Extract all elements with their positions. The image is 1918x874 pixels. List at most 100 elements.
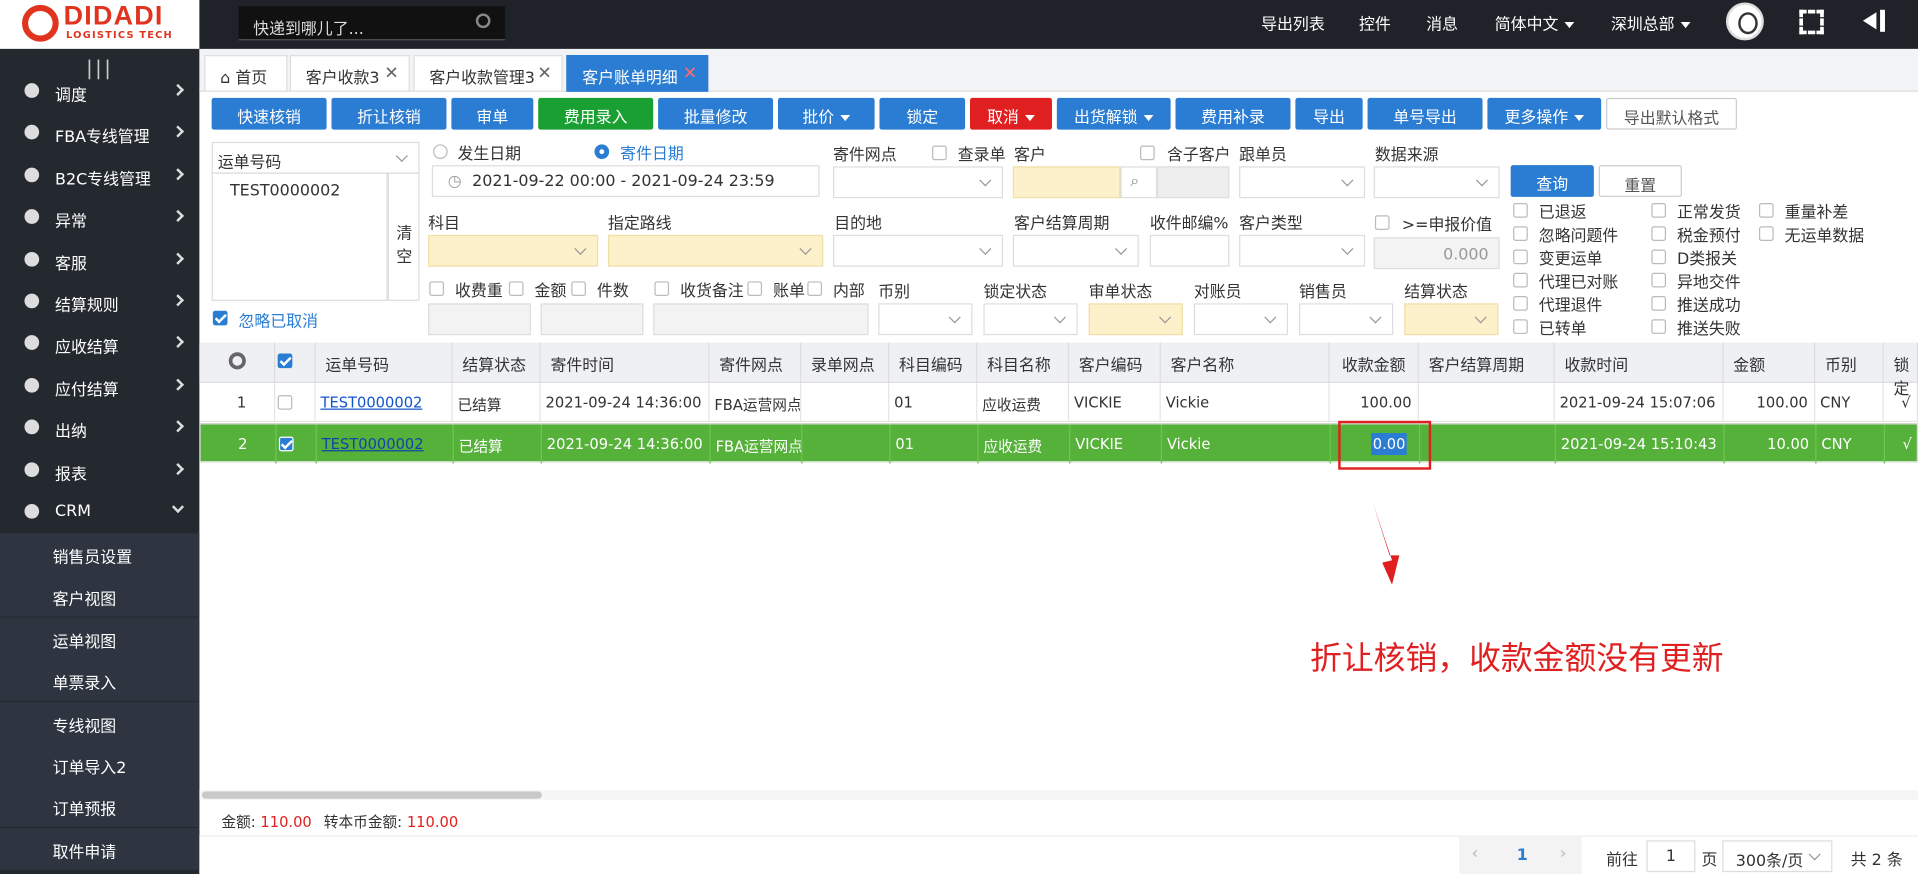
declared-checkbox[interactable] [1374, 215, 1390, 230]
sidebar-subitem[interactable]: 订单预报 [0, 785, 200, 828]
select-all-checkbox[interactable] [277, 353, 293, 369]
reconciler-select[interactable] [1193, 303, 1289, 336]
sidebar-subitem[interactable]: 客户视图 [0, 575, 200, 617]
language-select[interactable]: 简体中文 [1495, 11, 1575, 34]
sidebar-item-b2c[interactable]: B2C专线管理 [0, 155, 199, 197]
page-size-select[interactable]: 300条/页 [1722, 840, 1833, 873]
audit-status-select[interactable] [1088, 303, 1183, 336]
pieces-checkbox[interactable] [571, 281, 586, 297]
column-header[interactable]: 结算状态 [453, 342, 541, 383]
tab-home[interactable]: ⌂ 首页 [204, 55, 288, 92]
sidebar-item-service[interactable]: 客服 [0, 239, 199, 281]
status-checkbox[interactable] [1758, 226, 1774, 241]
current-page[interactable]: 1 [1517, 846, 1528, 864]
more-actions-button[interactable]: 更多操作 [1487, 97, 1602, 130]
cell-waybill[interactable]: TEST0000002 [316, 382, 453, 423]
prev-page-icon[interactable]: ‹ [1472, 844, 1479, 864]
sidebar-item-crm[interactable]: CRM [0, 492, 199, 534]
column-header[interactable]: 科目名称 [977, 342, 1070, 383]
sidebar-subitem[interactable]: 运单视图 [0, 617, 200, 660]
discount-verify-button[interactable]: 折让核销 [331, 97, 447, 130]
sidebar-subitem[interactable]: 取件申请 [0, 827, 200, 870]
sidebar-subitem[interactable]: 订单导入2 [0, 743, 200, 786]
batch-edit-button[interactable]: 批量修改 [658, 97, 774, 130]
sidebar-item-exception[interactable]: 异常 [0, 197, 199, 239]
follower-select[interactable] [1239, 166, 1366, 199]
status-checkbox[interactable] [1513, 249, 1528, 265]
status-checkbox[interactable] [1651, 319, 1667, 334]
sidebar-item-dispatch[interactable]: 调度 [0, 71, 199, 113]
send-date-radio[interactable] [594, 144, 610, 160]
settle-cycle-select[interactable] [1012, 234, 1139, 267]
collapse-panel-icon[interactable] [1861, 9, 1885, 32]
ignore-cancelled-checkbox[interactable] [212, 310, 228, 326]
entry-order-checkbox[interactable] [932, 145, 947, 161]
sidebar-item-fba[interactable]: FBA专线管理 [0, 113, 199, 155]
sidebar-item-cashier[interactable]: 出纳 [0, 408, 199, 450]
customer-type-select[interactable] [1239, 234, 1366, 267]
status-checkbox[interactable] [1651, 226, 1667, 241]
column-header[interactable]: 客户结算周期 [1419, 342, 1555, 383]
export-default-button[interactable]: 导出默认格式 [1606, 97, 1737, 130]
column-header[interactable]: 科目编码 [889, 342, 978, 383]
column-header[interactable]: 币别 [1815, 342, 1884, 383]
close-icon[interactable]: ✕ [683, 64, 697, 84]
query-button[interactable]: 查询 [1510, 165, 1594, 197]
route-select[interactable] [607, 234, 824, 267]
goto-input[interactable]: 1 [1646, 840, 1696, 873]
zip-input[interactable] [1149, 234, 1230, 267]
tab-bill-detail[interactable]: 客户账单明细 ✕ [566, 55, 709, 92]
status-checkbox[interactable] [1513, 226, 1528, 241]
bill-checkbox[interactable] [747, 281, 763, 297]
customer-input[interactable] [1012, 166, 1121, 199]
declared-value-input[interactable]: 0.000 [1373, 237, 1500, 270]
amount-checkbox[interactable] [508, 281, 524, 297]
status-checkbox[interactable] [1513, 296, 1528, 311]
reset-button[interactable]: 重置 [1598, 165, 1682, 197]
table-row[interactable]: 1 TEST0000002 已结算 2021-09-24 14:36:00 FBA运营网… [199, 382, 1918, 423]
status-checkbox[interactable] [1513, 203, 1528, 218]
status-checkbox[interactable] [1651, 296, 1667, 311]
settings-icon[interactable] [199, 342, 276, 383]
waybill-textarea[interactable]: TEST0000002 [211, 172, 388, 301]
column-header[interactable]: 锁定 [1884, 342, 1918, 399]
status-checkbox[interactable] [1513, 272, 1528, 288]
subject-select[interactable] [428, 234, 599, 267]
waybill-type-select[interactable]: 运单号码 [211, 141, 420, 174]
export-list-link[interactable]: 导出列表 [1261, 11, 1325, 34]
search-icon[interactable] [475, 13, 491, 29]
audit-button[interactable]: 审单 [451, 97, 534, 130]
fee-supplement-button[interactable]: 费用补录 [1175, 97, 1291, 130]
close-icon[interactable]: ✕ [537, 64, 551, 84]
weight-checkbox[interactable] [429, 281, 445, 297]
column-header[interactable]: 客户名称 [1161, 342, 1330, 383]
sidebar-item-receivable[interactable]: 应收结算 [0, 323, 199, 365]
sidebar-item-report[interactable]: 报表 [0, 450, 199, 492]
column-header[interactable]: 金额 [1724, 342, 1816, 383]
send-point-select[interactable] [833, 166, 1004, 199]
column-header[interactable]: 收款时间 [1555, 342, 1724, 383]
column-header[interactable]: 寄件网点 [709, 342, 802, 383]
remark-input[interactable] [653, 303, 869, 336]
sidebar-subitem[interactable]: 专线视图 [0, 701, 200, 744]
ship-unlock-button[interactable]: 出货解锁 [1056, 97, 1171, 130]
column-header[interactable]: 收款金额 [1330, 342, 1419, 383]
data-source-select[interactable] [1373, 166, 1500, 199]
fee-entry-button[interactable]: 费用录入 [538, 97, 654, 130]
status-checkbox[interactable] [1651, 203, 1667, 218]
next-page-icon[interactable]: › [1560, 844, 1567, 864]
column-header[interactable]: 寄件时间 [541, 342, 710, 383]
remark-checkbox[interactable] [654, 281, 670, 297]
price-button[interactable]: 批价 [777, 97, 875, 130]
branch-select[interactable]: 深圳总部 [1611, 11, 1691, 34]
scrollbar-thumb[interactable] [201, 791, 542, 799]
currency-select[interactable] [878, 303, 973, 336]
column-header[interactable]: 客户编码 [1069, 342, 1161, 383]
cell-recv-amount[interactable]: 100.00 [1330, 382, 1419, 423]
include-sub-checkbox[interactable] [1140, 145, 1155, 161]
cell-waybill[interactable]: TEST0000002 [317, 424, 454, 464]
internal-checkbox[interactable] [807, 281, 822, 297]
sidebar-item-settle-rule[interactable]: 结算规则 [0, 281, 199, 323]
lock-button[interactable]: 锁定 [879, 97, 966, 130]
destination-select[interactable] [833, 234, 1004, 267]
